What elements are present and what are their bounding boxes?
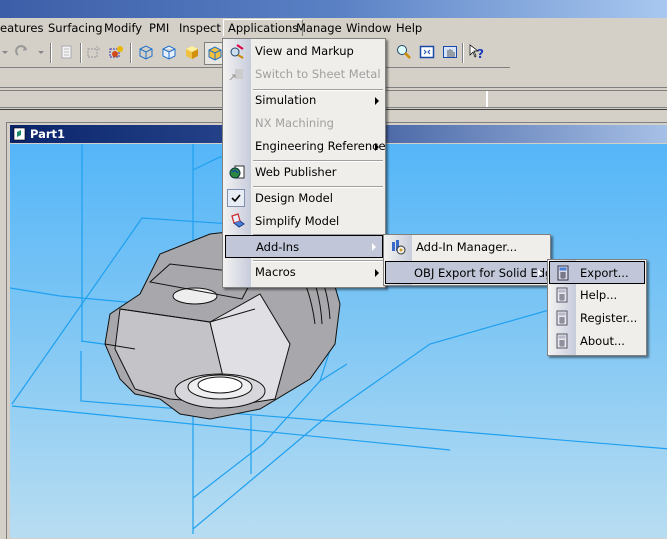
menu-item-add-ins[interactable]: Add-Ins bbox=[225, 235, 383, 258]
menu-item-add-in-manager[interactable]: Add-In Manager... bbox=[384, 236, 550, 259]
menu-inspect[interactable]: Inspect bbox=[175, 20, 225, 36]
select-sketch-icon[interactable] bbox=[86, 44, 102, 60]
simplify-model-icon bbox=[231, 213, 245, 228]
menu-item-label: About... bbox=[580, 334, 625, 348]
whats-this-help-icon[interactable]: ? bbox=[469, 44, 485, 60]
sheet-metal-icon bbox=[229, 69, 243, 81]
checkmark-icon bbox=[231, 194, 241, 203]
web-publisher-icon bbox=[229, 165, 245, 179]
fit-view-icon[interactable] bbox=[419, 44, 435, 60]
app-title-bar bbox=[0, 0, 667, 18]
menu-modify[interactable]: Modify bbox=[100, 20, 146, 36]
menu-item-label: Design Model bbox=[255, 191, 333, 205]
menu-features[interactable]: eatures bbox=[0, 20, 47, 36]
part-document-icon bbox=[13, 127, 26, 141]
submenu-arrow-icon bbox=[372, 243, 376, 251]
menu-item-label: NX Machining bbox=[255, 116, 334, 130]
select-part-icon[interactable] bbox=[108, 44, 124, 60]
menu-pmi[interactable]: PMI bbox=[145, 20, 173, 36]
menu-item-label: Simulation bbox=[255, 93, 317, 107]
add-ins-submenu: Add-In Manager... OBJ Export for Solid E… bbox=[383, 234, 559, 286]
submenu-arrow-icon bbox=[538, 269, 542, 277]
menu-item-about[interactable]: About... bbox=[548, 330, 646, 353]
menu-item-label: Add-Ins bbox=[256, 240, 300, 254]
menu-item-register[interactable]: Register... bbox=[548, 307, 646, 330]
toolbar-separator bbox=[80, 43, 82, 63]
menu-item-label: View and Markup bbox=[255, 44, 354, 58]
menu-item-label: Web Publisher bbox=[255, 165, 337, 179]
menu-item-export[interactable]: Export... bbox=[549, 261, 645, 284]
menu-item-engineering-reference[interactable]: Engineering Reference bbox=[223, 135, 386, 158]
menu-item-switch-to-sheet-metal[interactable]: Switch to Sheet Metal bbox=[223, 63, 385, 86]
menu-surfacing[interactable]: Surfacing bbox=[44, 20, 107, 36]
submenu-arrow-icon bbox=[375, 143, 379, 151]
menu-item-help[interactable]: Help... bbox=[548, 284, 646, 307]
menu-help[interactable]: Help bbox=[392, 20, 426, 36]
menu-item-label: Register... bbox=[580, 311, 638, 325]
calculator-icon bbox=[556, 333, 568, 349]
calculator-icon bbox=[556, 287, 568, 303]
shaded-view-icon[interactable] bbox=[184, 44, 200, 60]
menu-item-simulation[interactable]: Simulation bbox=[223, 89, 385, 112]
menu-item-web-publisher[interactable]: Web Publisher bbox=[223, 161, 385, 184]
svg-text:?: ? bbox=[477, 47, 484, 60]
view-markup-icon bbox=[230, 44, 244, 59]
redo-icon[interactable] bbox=[14, 44, 30, 60]
submenu-arrow-icon bbox=[375, 97, 379, 105]
redo-dropdown-icon[interactable] bbox=[34, 44, 50, 60]
zoom-area-icon[interactable] bbox=[396, 44, 412, 60]
menu-item-simplify-model[interactable]: Simplify Model bbox=[223, 210, 385, 233]
menu-item-label: Macros bbox=[255, 265, 296, 279]
menu-window[interactable]: Window bbox=[342, 20, 395, 36]
calculator-icon bbox=[556, 310, 568, 326]
toolbar-separator bbox=[50, 43, 52, 63]
menu-item-label: Add-In Manager... bbox=[416, 240, 518, 254]
menu-item-label: Switch to Sheet Metal bbox=[255, 67, 381, 81]
menu-item-label: Help... bbox=[580, 288, 618, 302]
toolbar-separator bbox=[130, 43, 132, 63]
pan-icon[interactable] bbox=[442, 44, 458, 60]
menu-bar: eatures Surfacing Modify PMI Inspect App… bbox=[0, 18, 667, 38]
applications-menu: View and Markup Switch to Sheet Metal Si… bbox=[222, 38, 386, 288]
document-title: Part1 bbox=[30, 127, 66, 141]
addin-manager-icon bbox=[392, 240, 406, 255]
shaded-with-edges-icon bbox=[208, 46, 222, 61]
status-field-divider bbox=[486, 91, 488, 107]
wireframe-view-icon[interactable] bbox=[138, 44, 154, 60]
calculator-icon bbox=[557, 265, 569, 281]
toolbar-separator bbox=[462, 43, 464, 63]
checked-indicator bbox=[227, 189, 245, 207]
menu-item-nx-machining[interactable]: NX Machining bbox=[223, 112, 385, 135]
menu-item-design-model[interactable]: Design Model bbox=[223, 187, 385, 210]
menu-item-macros[interactable]: Macros bbox=[223, 261, 385, 284]
menu-item-label: Engineering Reference bbox=[255, 139, 386, 153]
hidden-edges-view-icon[interactable] bbox=[161, 44, 177, 60]
submenu-arrow-icon bbox=[375, 269, 379, 277]
menu-item-obj-export[interactable]: OBJ Export for Solid Edge bbox=[385, 261, 559, 284]
menu-item-label: Simplify Model bbox=[255, 214, 340, 228]
menu-item-label: Export... bbox=[580, 266, 629, 280]
obj-export-submenu: Export... Help... Register... About... bbox=[547, 259, 647, 356]
menu-manage[interactable]: Manage bbox=[292, 20, 346, 36]
menu-item-view-and-markup[interactable]: View and Markup bbox=[223, 40, 385, 63]
properties-icon[interactable] bbox=[58, 44, 74, 60]
